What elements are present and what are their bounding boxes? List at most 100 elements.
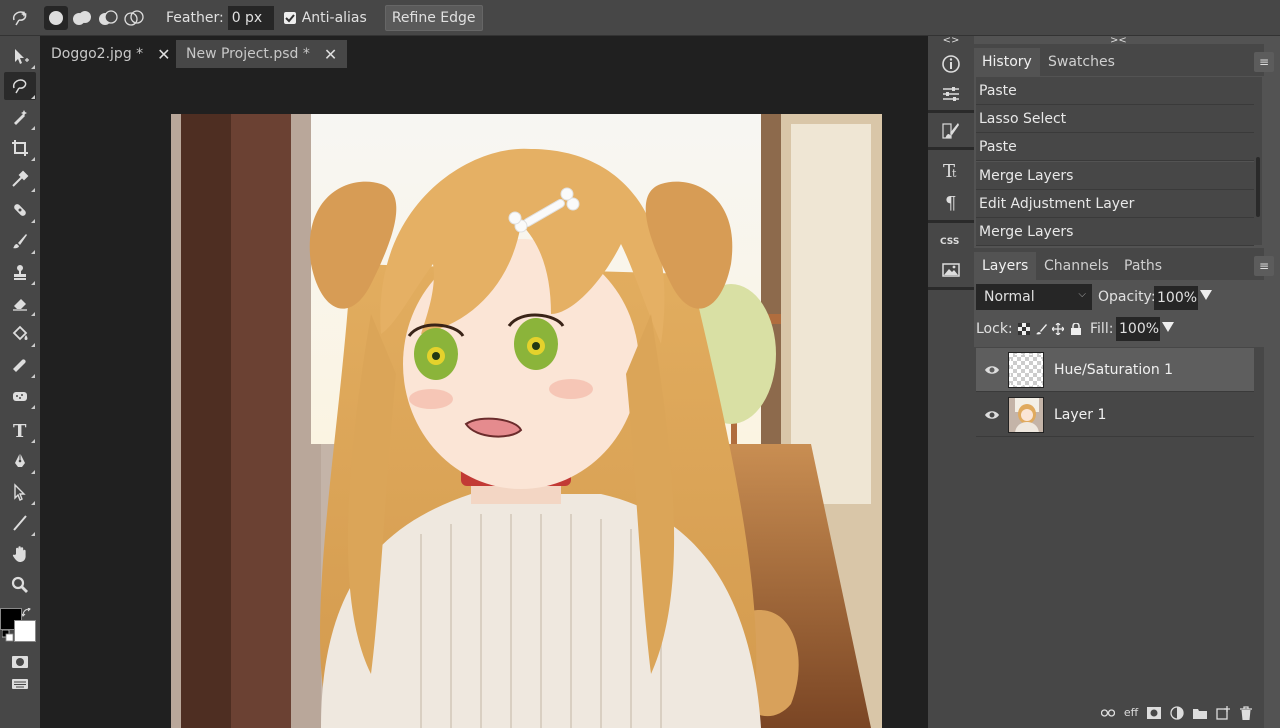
layer-name: Hue/Saturation 1 [1054,361,1174,378]
zoom-tool-icon[interactable] [4,571,36,599]
panel-divider [928,110,974,113]
crop-tool-icon[interactable] [4,134,36,162]
paragraph-icon[interactable]: ¶ [935,188,967,216]
keyboard-icon[interactable] [4,670,36,698]
tab-new-project[interactable]: New Project.psd * ✕ [176,40,348,68]
tab-label: New Project.psd * [186,46,310,62]
layer-mask-icon[interactable] [1144,703,1164,723]
line-tool-icon[interactable] [4,509,36,537]
adjustment-layer-icon[interactable] [1167,703,1187,723]
history-item[interactable]: Edit Adjustment Layer [976,190,1254,218]
tab-paths[interactable]: Paths [1116,252,1170,280]
close-icon[interactable]: ✕ [324,45,337,64]
fill-label: Fill: [1090,321,1114,337]
feather-label: Feather: [166,9,224,26]
tab-doggo2[interactable]: Doggo2.jpg * ✕ [41,40,181,68]
layers-list: Hue/Saturation 1 Layer 1 [974,347,1264,697]
panel-divider [928,287,974,290]
opacity-input[interactable]: 100% [1154,286,1198,310]
tab-channels[interactable]: Channels [1036,252,1117,280]
character-icon[interactable]: Tt [935,156,967,184]
history-item[interactable]: Lasso Select [976,105,1254,133]
options-bar: Feather: Anti-alias Refine Edge [0,0,1280,36]
intersect-selection-icon[interactable] [122,6,146,30]
link-layers-icon[interactable] [1098,703,1118,723]
background-color-swatch[interactable] [14,620,36,642]
lock-position-icon[interactable] [1052,323,1064,335]
brush-tool-icon[interactable] [4,227,36,255]
type-tool-icon[interactable]: T [4,416,36,444]
layer-effects-icon[interactable]: eff [1121,703,1141,723]
opacity-dropdown-icon[interactable] [1200,290,1212,300]
document-tabs: Doggo2.jpg * ✕ New Project.psd * ✕ [40,36,928,70]
default-colors-icon[interactable] [2,630,14,642]
collapse-toggle[interactable]: <> [928,36,974,46]
history-item[interactable]: Paste [976,133,1254,161]
panel-menu-icon[interactable]: ≡ [1254,256,1274,276]
tab-history[interactable]: History [974,48,1040,76]
layer-row[interactable]: Layer 1 [976,393,1254,437]
history-scrollbar[interactable] [1254,77,1262,245]
history-item[interactable]: Paste [976,77,1254,105]
hand-tool-icon[interactable] [4,540,36,568]
fill-dropdown-icon[interactable] [1162,322,1174,332]
move-tool-icon[interactable] [4,42,36,70]
lasso-tool-icon[interactable] [4,72,36,100]
clone-stamp-icon[interactable] [4,258,36,286]
new-layer-icon[interactable] [1213,703,1233,723]
subtract-selection-icon[interactable] [96,6,120,30]
tab-label: Doggo2.jpg * [51,46,144,62]
canvas-area[interactable] [40,70,928,728]
panel-menu-icon[interactable]: ≡ [1254,52,1274,72]
lock-transparency-icon[interactable] [1018,323,1030,335]
scroll-thumb[interactable] [1256,157,1260,217]
layer-row[interactable]: Hue/Saturation 1 [976,348,1254,392]
svg-text:t: t [952,167,957,180]
antialias-label: Anti-alias [301,9,367,26]
adjustment-layer-thumbnail [1008,351,1044,388]
lock-all-icon[interactable] [1070,323,1082,335]
history-item[interactable]: Merge Layers [976,162,1254,190]
paint-bucket-icon[interactable] [4,320,36,348]
eye-icon[interactable] [984,407,1000,423]
panel-divider [928,220,974,223]
antialias-checkbox[interactable] [283,11,296,24]
refine-edge-button[interactable]: Refine Edge [384,4,483,31]
eye-icon[interactable] [984,362,1000,378]
css-icon[interactable]: CSS [935,226,967,254]
add-selection-icon[interactable] [70,6,94,30]
path-selection-icon[interactable] [4,478,36,506]
lock-pixels-icon[interactable] [1036,323,1048,335]
canvas-image[interactable] [171,114,882,728]
layer-thumbnail [1008,396,1044,433]
new-group-icon[interactable] [1190,703,1210,723]
layers-footer: eff [974,697,1264,728]
history-item[interactable]: Merge Layers [976,218,1254,246]
blend-mode-select[interactable]: Normal ⌵ [976,284,1092,310]
sponge-tool-icon[interactable] [4,382,36,410]
healing-brush-icon[interactable] [4,196,36,224]
feather-input[interactable] [227,5,274,30]
close-icon[interactable]: ✕ [157,45,170,64]
blur-tool-icon[interactable] [4,351,36,379]
pen-tool-icon[interactable] [4,447,36,475]
eraser-tool-icon[interactable] [4,289,36,317]
fill-input[interactable]: 100% [1116,317,1160,341]
history-panel-tabs: History Swatches ≡ [974,44,1274,76]
delete-layer-icon[interactable] [1236,703,1256,723]
lasso-tool-icon[interactable] [4,2,36,34]
tab-swatches[interactable]: Swatches [1040,48,1123,76]
eyedropper-icon[interactable] [4,165,36,193]
quick-selection-icon[interactable] [4,103,36,131]
image-icon[interactable] [935,256,967,284]
brush-settings-icon[interactable] [935,117,967,145]
layers-panel-tabs: Layers Channels Paths ≡ [974,248,1274,280]
adjustments-icon[interactable] [935,80,967,108]
swap-colors-icon[interactable] [22,608,32,618]
new-selection-icon[interactable] [44,5,68,30]
layers-scrollbar[interactable] [1254,347,1262,697]
info-icon[interactable] [935,50,967,78]
tab-layers[interactable]: Layers [974,252,1037,280]
panel-divider [928,147,974,150]
chevron-down-icon: ⌵ [1078,289,1086,300]
